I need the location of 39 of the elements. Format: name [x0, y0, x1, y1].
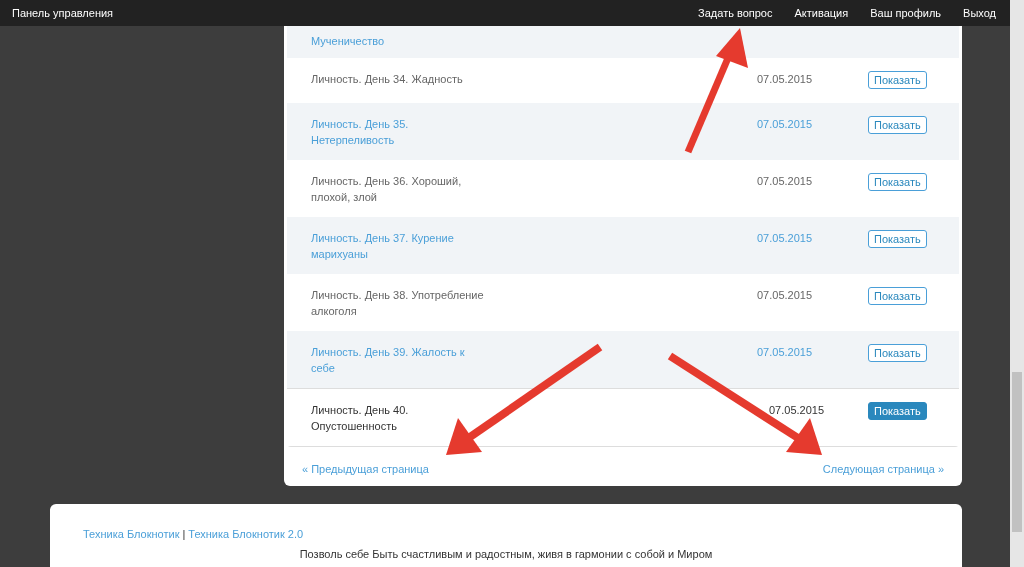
- nav-link[interactable]: Активация: [794, 4, 849, 22]
- table-row[interactable]: Личность. День 35. Нетерпеливость 07.05.2015 Показать: [287, 103, 959, 160]
- table-row[interactable]: Личность. День 39. Жалость к себе 07.05.2015 Показать: [287, 331, 959, 388]
- show-button[interactable]: Показать: [868, 116, 927, 134]
- scrollbar-thumb[interactable]: [1012, 372, 1022, 532]
- show-button[interactable]: Показать: [868, 230, 927, 248]
- show-button[interactable]: Показать: [868, 402, 927, 420]
- show-button[interactable]: Показать: [868, 71, 927, 89]
- dashboard-link[interactable]: Панель управления: [12, 4, 114, 22]
- table-row[interactable]: Личность. День 40. Опустошенность 07.05.2015 Показать: [287, 388, 959, 446]
- footer-link[interactable]: Техника Блокнотик 2.0: [188, 525, 304, 542]
- row-title: Личность. День 34. Жадность: [311, 72, 464, 87]
- row-date: 07.05.2015: [757, 231, 814, 246]
- nav-link[interactable]: Выход: [963, 4, 996, 22]
- footer-tagline: Позволь себе Быть счастливым и радостным, живя в гармонии с собой и Миром: [298, 547, 714, 562]
- row-date: 07.05.2015: [757, 345, 814, 360]
- show-button[interactable]: Показать: [868, 344, 927, 362]
- row-title: Личность. День 36. Хороший, плохой, злой: [311, 174, 463, 205]
- nav-link[interactable]: Ваш профиль: [870, 4, 942, 22]
- row-title: Личность. День 37. Курение марихуаны: [311, 231, 455, 262]
- separator: |: [182, 526, 186, 542]
- row-title: Личность. День 35. Нетерпеливость: [311, 117, 410, 148]
- next-page-link[interactable]: Следующая страница »: [822, 461, 944, 478]
- previous-page-link[interactable]: « Предыдущая страница: [302, 461, 429, 478]
- row-title: Личность. День 39. Жалость к себе: [311, 345, 466, 376]
- show-button[interactable]: Показать: [868, 287, 927, 305]
- row-date: 07.05.2015: [757, 288, 814, 303]
- show-button[interactable]: Показать: [868, 173, 927, 191]
- nav-link[interactable]: Задать вопрос: [698, 4, 773, 22]
- row-date: 07.05.2015: [769, 403, 826, 418]
- row-date: 07.05.2015: [757, 117, 814, 132]
- row-date: 07.05.2015: [757, 72, 814, 87]
- row-date: 07.05.2015: [757, 174, 814, 189]
- row-title: Мученичество: [311, 33, 385, 49]
- footer-link[interactable]: Техника Блокнотик: [83, 525, 180, 542]
- row-title: Личность. День 38. Употребление алкоголя: [311, 288, 485, 319]
- table-row[interactable]: Личность. День 37. Курение марихуаны 07.05.2015 Показать: [287, 217, 959, 274]
- row-title: Личность. День 40. Опустошенность: [311, 403, 410, 434]
- scrollbar[interactable]: [1010, 0, 1024, 567]
